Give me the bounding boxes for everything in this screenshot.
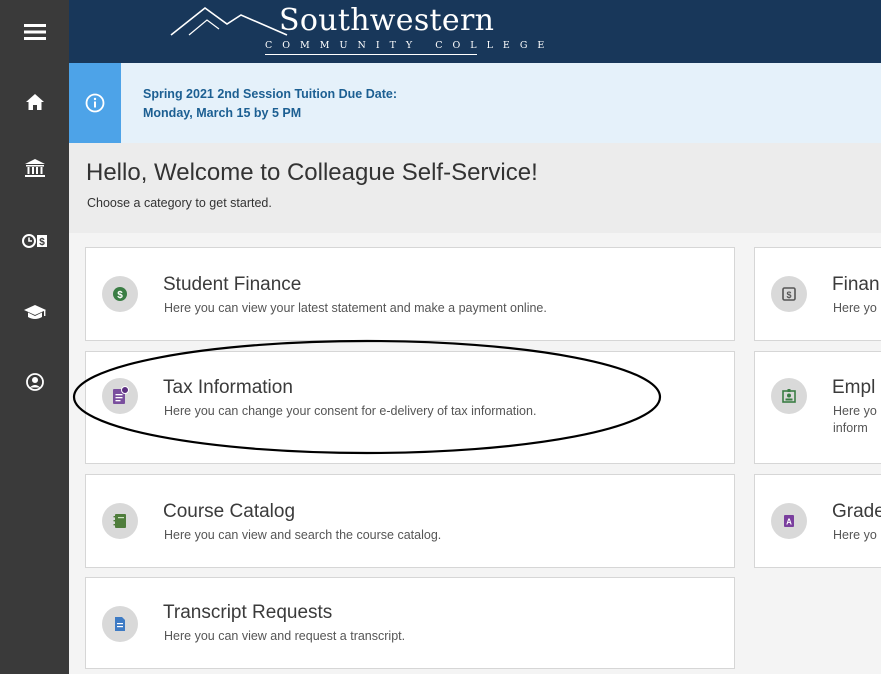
card-description: Here you can change your consent for e-d… <box>164 404 537 418</box>
sidebar-item-home[interactable] <box>0 70 69 134</box>
sidebar: $ <box>0 0 69 674</box>
card-description: Here yo <box>833 301 877 315</box>
catalog-book-icon <box>113 514 126 528</box>
menu-icon <box>23 24 46 40</box>
card-icon-bg: A <box>771 503 807 539</box>
card-title: Student Finance <box>163 274 302 295</box>
time-money-icon: $ <box>21 234 47 248</box>
logo-subtitle: COMMUNITY COLLEGE <box>265 40 555 51</box>
college-logo[interactable]: Southwestern COMMUNITY COLLEGE <box>169 2 544 60</box>
sidebar-item-user[interactable] <box>0 350 69 414</box>
dollar-coin-icon: $ <box>113 287 127 301</box>
card-title: Course Catalog <box>163 501 296 522</box>
bank-icon <box>24 159 45 177</box>
page-title: Hello, Welcome to Colleague Self-Service… <box>86 159 538 186</box>
grades-icon: A <box>784 515 794 527</box>
card-description: Here yo <box>833 528 877 542</box>
graduation-cap-icon <box>23 305 46 319</box>
user-circle-icon <box>25 373 44 391</box>
logo-name: Southwestern <box>279 3 495 38</box>
logo-underline <box>265 54 477 55</box>
employee-badge-icon <box>782 389 796 403</box>
card-description-line-2: inform <box>833 421 868 435</box>
header-bar: Southwestern COMMUNITY COLLEGE <box>69 0 881 63</box>
card-transcript-requests[interactable]: Transcript Requests Here you can view an… <box>85 577 735 669</box>
card-student-finance[interactable]: $ Student Finance Here you can view your… <box>85 247 735 341</box>
svg-text:$: $ <box>39 237 45 248</box>
home-icon <box>25 94 44 110</box>
transcript-icon <box>115 617 125 631</box>
financial-aid-icon: $ <box>782 287 796 301</box>
card-description: Here you can view and search the course … <box>164 528 442 542</box>
card-icon-bg: $ <box>102 276 138 312</box>
page-subtitle: Choose a category to get started. <box>87 196 272 210</box>
card-title: Transcript Requests <box>163 602 333 623</box>
alert-line-2: Monday, March 15 by 5 PM <box>143 106 302 120</box>
card-employment[interactable]: Empl Here yo inform <box>754 351 881 464</box>
svg-text:$: $ <box>117 290 123 301</box>
card-description: Here you can view and request a transcri… <box>164 629 406 643</box>
card-course-catalog[interactable]: Course Catalog Here you can view and sea… <box>85 474 735 568</box>
card-title: Empl <box>832 377 876 398</box>
notification-banner: Spring 2021 2nd Session Tuition Due Date… <box>69 63 881 143</box>
card-icon-bg <box>102 378 138 414</box>
svg-text:$: $ <box>786 290 791 300</box>
card-icon-bg <box>771 378 807 414</box>
card-icon-bg <box>102 503 138 539</box>
sidebar-item-academics[interactable] <box>0 280 69 344</box>
info-icon <box>85 93 105 113</box>
sidebar-item-finance[interactable] <box>0 136 69 200</box>
card-title: Tax Information <box>163 377 293 398</box>
card-description-line-1: Here yo <box>833 404 877 418</box>
card-financial-aid[interactable]: $ Finan Here yo <box>754 247 881 341</box>
alert-text: Spring 2021 2nd Session Tuition Due Date… <box>143 85 397 123</box>
card-icon-bg <box>102 606 138 642</box>
svg-text:A: A <box>786 518 792 527</box>
card-title: Finan <box>832 274 880 295</box>
card-tax-information[interactable]: Tax Information Here you can change your… <box>85 351 735 464</box>
card-title: Grade <box>832 501 881 522</box>
alert-accent <box>69 63 121 143</box>
sidebar-item-time-money[interactable]: $ <box>0 209 69 273</box>
card-description: Here you can view your latest statement … <box>164 301 547 315</box>
alert-line-1: Spring 2021 2nd Session Tuition Due Date… <box>143 87 397 101</box>
tax-document-icon <box>113 386 129 404</box>
card-grades[interactable]: A Grade Here yo <box>754 474 881 568</box>
menu-button[interactable] <box>0 0 69 64</box>
welcome-section: Hello, Welcome to Colleague Self-Service… <box>69 143 881 233</box>
card-icon-bg: $ <box>771 276 807 312</box>
mountain-logo-icon <box>170 6 288 36</box>
